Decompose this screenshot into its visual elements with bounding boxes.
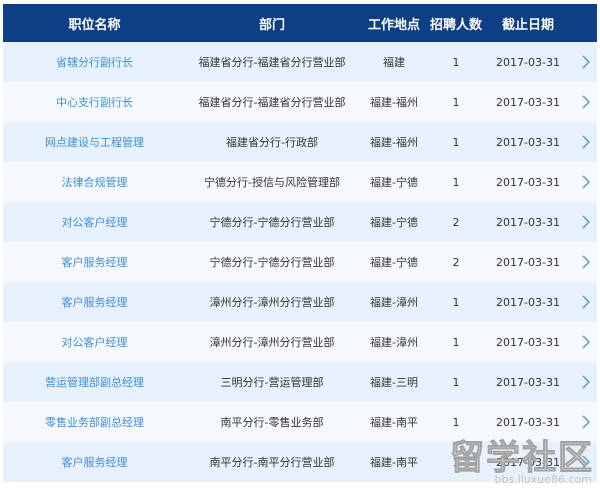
job-title-link[interactable]: 对公客户经理	[3, 334, 186, 350]
location-cell: 福建-漳州	[370, 296, 418, 309]
headcount-cell: 1	[452, 455, 460, 469]
location-cell: 福建	[383, 56, 405, 69]
chevron-right-icon[interactable]	[574, 215, 597, 229]
headcount-cell: 2	[452, 215, 460, 229]
headcount-cell: 1	[452, 95, 460, 109]
chevron-right-icon[interactable]	[574, 255, 597, 269]
department-cell: 三明分行-营运管理部	[220, 376, 324, 389]
job-title-link[interactable]: 客户服务经理	[3, 294, 186, 310]
deadline-cell: 2017-03-31	[496, 295, 560, 309]
header-deadline: 截止日期	[501, 17, 554, 33]
table-header: 职位名称 部门 工作地点 招聘人数 截止日期	[3, 4, 597, 42]
deadline-cell: 2017-03-31	[496, 215, 560, 229]
deadline-cell: 2017-03-31	[496, 375, 560, 389]
location-cell: 福建-宁德	[370, 216, 418, 229]
deadline-cell: 2017-03-31	[496, 95, 560, 109]
deadline-cell: 2017-03-31	[496, 455, 560, 469]
table-row[interactable]: 客户服务经理 南平分行-南平分行营业部 福建-南平 1 2017-03-31	[3, 442, 597, 482]
job-title-link[interactable]: 客户服务经理	[3, 254, 186, 270]
location-cell: 福建-漳州	[370, 336, 418, 349]
table-body: 省辖分行副行长 福建省分行-福建省分行营业部 福建 1 2017-03-31 中心支行副行…	[3, 42, 597, 482]
headcount-cell: 1	[452, 295, 460, 309]
location-cell: 福建-南平	[370, 416, 418, 429]
headcount-cell: 2	[452, 255, 460, 269]
department-cell: 宁德分行-宁德分行营业部	[209, 256, 335, 269]
deadline-cell: 2017-03-31	[496, 255, 560, 269]
job-listing-table: 职位名称 部门 工作地点 招聘人数 截止日期 省辖分行副行长 福建省分行-福建省分…	[3, 4, 597, 482]
header-count: 招聘人数	[430, 17, 482, 33]
header-location: 工作地点	[367, 17, 420, 33]
headcount-cell: 1	[452, 375, 460, 389]
deadline-cell: 2017-03-31	[496, 135, 560, 149]
table-row[interactable]: 客户服务经理 漳州分行-漳州分行营业部 福建-漳州 1 2017-03-31	[3, 282, 597, 322]
table-row[interactable]: 省辖分行副行长 福建省分行-福建省分行营业部 福建 1 2017-03-31	[3, 42, 597, 82]
headcount-cell: 1	[452, 415, 460, 429]
department-cell: 漳州分行-漳州分行营业部	[209, 336, 335, 349]
deadline-cell: 2017-03-31	[496, 335, 560, 349]
location-cell: 福建-三明	[370, 376, 418, 389]
job-title-link[interactable]: 中心支行副行长	[3, 94, 186, 110]
chevron-right-icon[interactable]	[574, 415, 597, 429]
table-row[interactable]: 营运管理部副总经理 三明分行-营运管理部 福建-三明 1 2017-03-31	[3, 362, 597, 402]
chevron-right-icon[interactable]	[574, 375, 597, 389]
deadline-cell: 2017-03-31	[496, 55, 560, 69]
department-cell: 福建省分行-福建省分行营业部	[198, 96, 346, 109]
header-department: 部门	[258, 17, 285, 33]
job-title-link[interactable]: 营运管理部副总经理	[3, 374, 186, 390]
location-cell: 福建-福州	[370, 136, 418, 149]
department-cell: 福建省分行-行政部	[226, 136, 318, 149]
table-row[interactable]: 中心支行副行长 福建省分行-福建省分行营业部 福建-福州 1 2017-03-31	[3, 82, 597, 122]
job-title-link[interactable]: 零售业务部副总经理	[3, 414, 186, 430]
job-title-link[interactable]: 客户服务经理	[3, 454, 186, 470]
chevron-right-icon[interactable]	[574, 335, 597, 349]
job-title-link[interactable]: 对公客户经理	[3, 214, 186, 230]
table-row[interactable]: 对公客户经理 漳州分行-漳州分行营业部 福建-漳州 1 2017-03-31	[3, 322, 597, 362]
table-row[interactable]: 对公客户经理 宁德分行-宁德分行营业部 福建-宁德 2 2017-03-31	[3, 202, 597, 242]
chevron-right-icon[interactable]	[574, 175, 597, 189]
chevron-right-icon[interactable]	[574, 95, 597, 109]
chevron-right-icon[interactable]	[574, 295, 597, 309]
department-cell: 宁德分行-宁德分行营业部	[209, 216, 335, 229]
headcount-cell: 1	[452, 335, 460, 349]
department-cell: 南平分行-零售业务部	[220, 416, 324, 429]
job-title-link[interactable]: 法律合规管理	[3, 174, 186, 190]
department-cell: 漳州分行-漳州分行营业部	[209, 296, 335, 309]
headcount-cell: 1	[452, 55, 460, 69]
department-cell: 福建省分行-福建省分行营业部	[198, 56, 346, 69]
department-cell: 宁德分行-授信与风险管理部	[204, 176, 340, 189]
department-cell: 南平分行-南平分行营业部	[209, 456, 335, 469]
deadline-cell: 2017-03-31	[496, 415, 560, 429]
chevron-right-icon[interactable]	[574, 55, 597, 69]
chevron-right-icon[interactable]	[574, 455, 597, 469]
headcount-cell: 1	[452, 135, 460, 149]
table-row[interactable]: 零售业务部副总经理 南平分行-零售业务部 福建-南平 1 2017-03-31	[3, 402, 597, 442]
header-title: 职位名称	[68, 17, 121, 33]
table-row[interactable]: 法律合规管理 宁德分行-授信与风险管理部 福建-宁德 1 2017-03-31	[3, 162, 597, 202]
table-row[interactable]: 网点建设与工程管理 福建省分行-行政部 福建-福州 1 2017-03-31	[3, 122, 597, 162]
table-row[interactable]: 客户服务经理 宁德分行-宁德分行营业部 福建-宁德 2 2017-03-31	[3, 242, 597, 282]
job-title-link[interactable]: 省辖分行副行长	[3, 54, 186, 70]
location-cell: 福建-南平	[370, 456, 418, 469]
deadline-cell: 2017-03-31	[496, 175, 560, 189]
location-cell: 福建-宁德	[370, 256, 418, 269]
chevron-right-icon[interactable]	[574, 135, 597, 149]
headcount-cell: 1	[452, 175, 460, 189]
location-cell: 福建-福州	[370, 96, 418, 109]
job-title-link[interactable]: 网点建设与工程管理	[3, 134, 186, 150]
location-cell: 福建-宁德	[370, 176, 418, 189]
